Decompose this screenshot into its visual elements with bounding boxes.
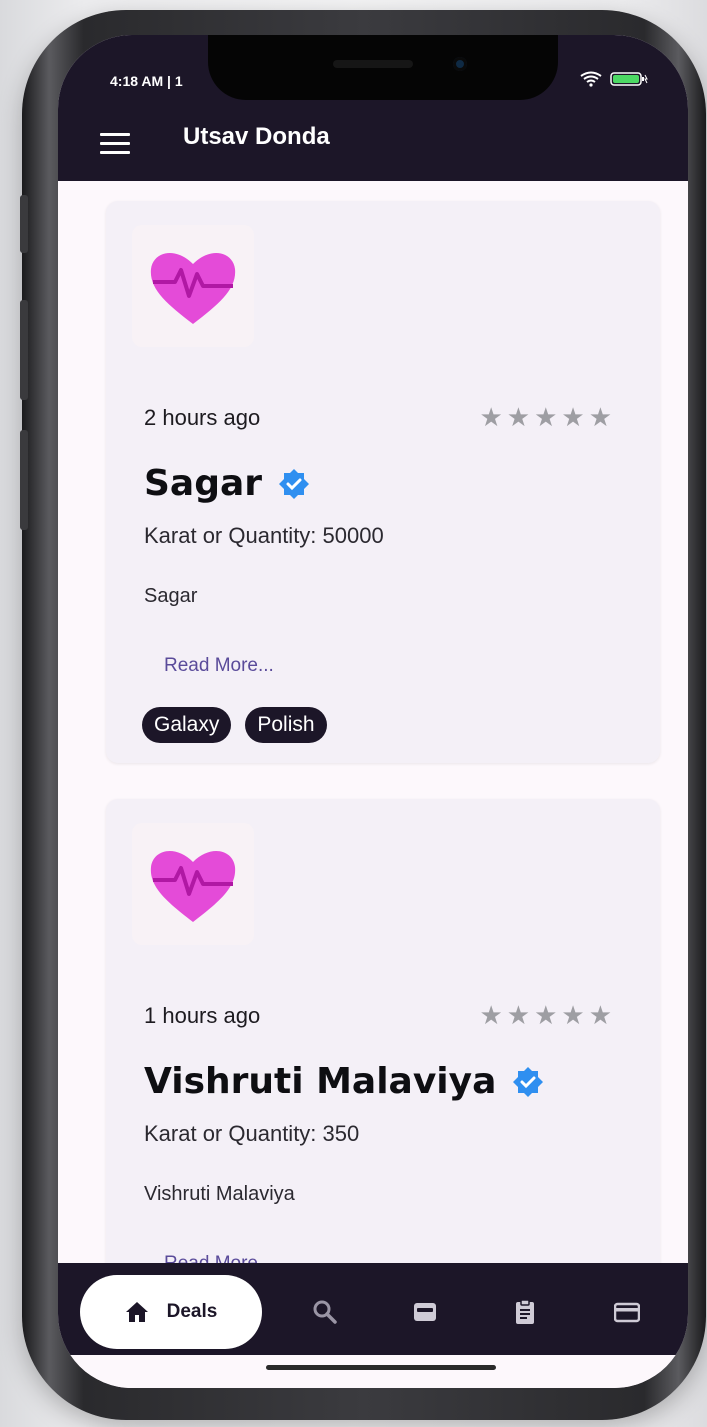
deal-card[interactable]: 1 hours ago ★ ★ ★ ★ ★ Vishruti Malaviya … [106, 799, 660, 1263]
home-indicator-area [58, 1355, 688, 1388]
star-icon: ★ [506, 1001, 531, 1031]
star-icon: ★ [479, 403, 503, 433]
star-icon: ★ [561, 403, 585, 433]
notch [208, 35, 558, 100]
nav-deals[interactable]: Deals [80, 1275, 262, 1349]
read-more-link[interactable]: Read More... [164, 655, 274, 677]
nav-deals-label: Deals [166, 1301, 218, 1322]
deal-time-ago: 1 hours ago [144, 1003, 261, 1028]
app-bar: 4:18 AM | 1 Utsav Donda [58, 35, 688, 181]
deal-name: Sagar [144, 463, 310, 504]
star-icon: ★ [561, 1001, 585, 1031]
credit-card-icon[interactable] [614, 1299, 640, 1325]
status-time: 4:18 AM | 1 [110, 73, 183, 89]
heart-pulse-icon [150, 851, 236, 922]
verified-icon [279, 468, 310, 499]
clipboard-icon[interactable] [512, 1299, 538, 1325]
home-indicator[interactable] [266, 1365, 496, 1370]
volume-down-button [20, 430, 28, 530]
tag-list: Galaxy Polish [142, 707, 327, 743]
star-rating: ★ ★ ★ ★ ★ [479, 1003, 612, 1029]
deals-list[interactable]: 2 hours ago ★ ★ ★ ★ ★ Sagar Karat or Qua… [58, 181, 688, 1263]
deal-name-text: Vishruti Malaviya [144, 1061, 497, 1102]
deal-description: Sagar [144, 585, 198, 607]
tag-chip[interactable]: Polish [245, 707, 327, 743]
bottom-nav: Deals [58, 1263, 688, 1355]
star-rating: ★ ★ ★ ★ ★ [479, 405, 612, 431]
page-title: Utsav Donda [183, 123, 330, 150]
camera-icon [453, 57, 467, 71]
star-icon: ★ [506, 403, 531, 433]
deal-time-ago: 2 hours ago [144, 405, 261, 430]
silent-switch [20, 195, 28, 253]
deal-card[interactable]: 2 hours ago ★ ★ ★ ★ ★ Sagar Karat or Qua… [106, 201, 660, 763]
battery-icon [610, 72, 648, 86]
deal-quantity: Karat or Quantity: 350 [144, 1121, 360, 1146]
speaker-grill [333, 60, 413, 68]
deal-logo [132, 823, 254, 945]
inbox-icon[interactable] [412, 1299, 438, 1325]
deal-name: Vishruti Malaviya [144, 1061, 544, 1102]
menu-icon[interactable] [100, 133, 130, 155]
status-icons [580, 71, 648, 87]
star-icon: ★ [588, 1001, 612, 1031]
deal-description: Vishruti Malaviya [144, 1183, 295, 1205]
star-icon: ★ [534, 403, 558, 433]
star-icon: ★ [534, 1001, 558, 1031]
deal-logo [132, 225, 254, 347]
search-icon[interactable] [312, 1299, 338, 1325]
screen: 4:18 AM | 1 Utsav Donda 2 hours ago ★ ★ … [58, 35, 688, 1388]
read-more-link[interactable]: Read More... [164, 1253, 274, 1263]
star-icon: ★ [588, 403, 612, 433]
deal-name-text: Sagar [144, 463, 263, 504]
heart-pulse-icon [150, 253, 236, 324]
tag-chip[interactable]: Galaxy [142, 707, 232, 743]
verified-icon [513, 1066, 544, 1097]
deal-quantity: Karat or Quantity: 50000 [144, 523, 384, 548]
home-icon [125, 1302, 148, 1322]
wifi-icon [580, 71, 602, 87]
volume-up-button [20, 300, 28, 400]
star-icon: ★ [479, 1001, 503, 1031]
